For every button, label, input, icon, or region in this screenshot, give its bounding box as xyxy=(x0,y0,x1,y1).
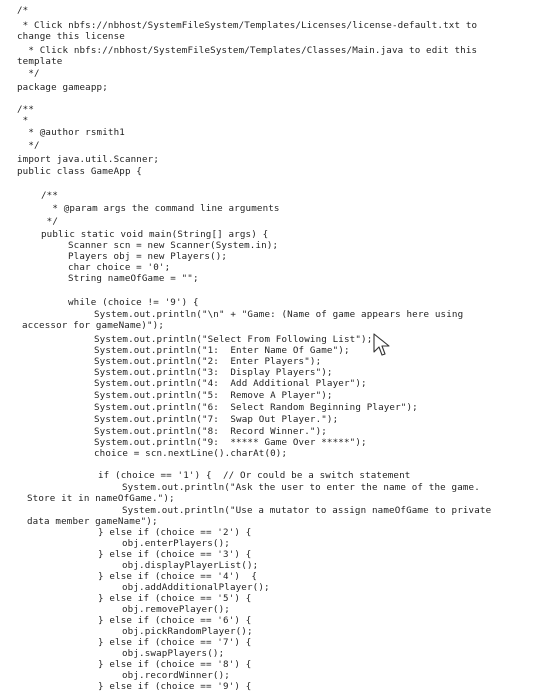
code-line: */ xyxy=(17,68,40,79)
code-line: System.out.println("3: Display Players")… xyxy=(94,367,333,378)
code-line: System.out.println("5: Remove A Player")… xyxy=(94,390,333,401)
code-line: char choice = '0'; xyxy=(68,262,171,273)
code-line: obj.pickRandomPlayer(); xyxy=(122,626,253,637)
code-line: accessor for gameName)"); xyxy=(22,320,165,331)
code-line: obj.displayPlayerList(); xyxy=(122,560,259,571)
code-line: obj.enterPlayers(); xyxy=(122,538,230,549)
code-screenshot: /* * Click nbfs://nbhost/SystemFileSyste… xyxy=(0,0,546,700)
code-line: obj.removePlayer(); xyxy=(122,604,230,615)
code-line: while (choice != '9') { xyxy=(68,297,199,308)
code-line: String nameOfGame = ""; xyxy=(68,273,199,284)
code-line: * Click nbfs://nbhost/SystemFileSystem/T… xyxy=(17,45,478,56)
code-line: System.out.println("1: Enter Name Of Gam… xyxy=(94,345,350,356)
code-line: } else if (choice == '2') { xyxy=(98,527,252,538)
code-line: if (choice == '1') { // Or could be a sw… xyxy=(98,470,411,481)
code-line: change this license xyxy=(17,31,125,42)
code-line: System.out.println("Use a mutator to ass… xyxy=(122,505,492,516)
code-line: } else if (choice == '3') { xyxy=(98,549,252,560)
code-line: * Click nbfs://nbhost/SystemFileSystem/T… xyxy=(17,20,478,31)
code-line: System.out.println("7: Swap Out Player."… xyxy=(94,414,339,425)
code-line: System.out.println("2: Enter Players"); xyxy=(94,356,322,367)
code-line: } else if (choice == '6') { xyxy=(98,615,252,626)
code-line: choice = scn.nextLine().charAt(0); xyxy=(94,448,288,459)
code-line: Scanner scn = new Scanner(System.in); xyxy=(68,240,279,251)
code-line: } else if (choice == '8') { xyxy=(98,659,252,670)
code-line: obj.swapPlayers(); xyxy=(122,648,225,659)
code-line: System.out.println("9: ***** Game Over *… xyxy=(94,437,367,448)
code-line: System.out.println("Ask the user to ente… xyxy=(122,482,480,493)
code-line: System.out.println("6: Select Random Beg… xyxy=(94,402,418,413)
code-line: } else if (choice == '4') { xyxy=(98,571,258,582)
code-line: import java.util.Scanner; xyxy=(17,154,160,165)
code-line: * xyxy=(17,115,29,126)
code-line: template xyxy=(17,56,63,67)
code-line: * @param args the command line arguments xyxy=(41,203,280,214)
code-line: /** xyxy=(17,104,35,115)
code-line: System.out.println("\n" + "Game: (Name o… xyxy=(94,309,464,320)
code-line: System.out.println("8: Record Winner."); xyxy=(94,426,327,437)
code-line: /* xyxy=(17,5,29,16)
code-line: * @author rsmith1 xyxy=(17,127,125,138)
code-line: public class GameApp { xyxy=(17,166,142,177)
code-line: obj.addAdditionalPlayer(); xyxy=(122,582,270,593)
code-line: Players obj = new Players(); xyxy=(68,251,228,262)
mouse-cursor-icon xyxy=(373,333,390,356)
code-line: data member gameName"); xyxy=(27,516,158,527)
code-line: System.out.println("Select From Followin… xyxy=(94,334,373,345)
code-line: obj.recordWinner(); xyxy=(122,670,230,681)
code-line: System.out.println("4: Add Additional Pl… xyxy=(94,378,367,389)
code-line: package gameapp; xyxy=(17,82,108,93)
code-line: public static void main(String[] args) { xyxy=(41,229,269,240)
code-line: } else if (choice == '5') { xyxy=(98,593,252,604)
code-line: } else if (choice == '9') { xyxy=(98,681,252,692)
code-line: /** xyxy=(41,190,59,201)
code-line: */ xyxy=(17,140,40,151)
code-line: Store it in nameOfGame."); xyxy=(27,493,175,504)
code-line: } else if (choice == '7') { xyxy=(98,637,252,648)
code-line: */ xyxy=(41,216,59,227)
